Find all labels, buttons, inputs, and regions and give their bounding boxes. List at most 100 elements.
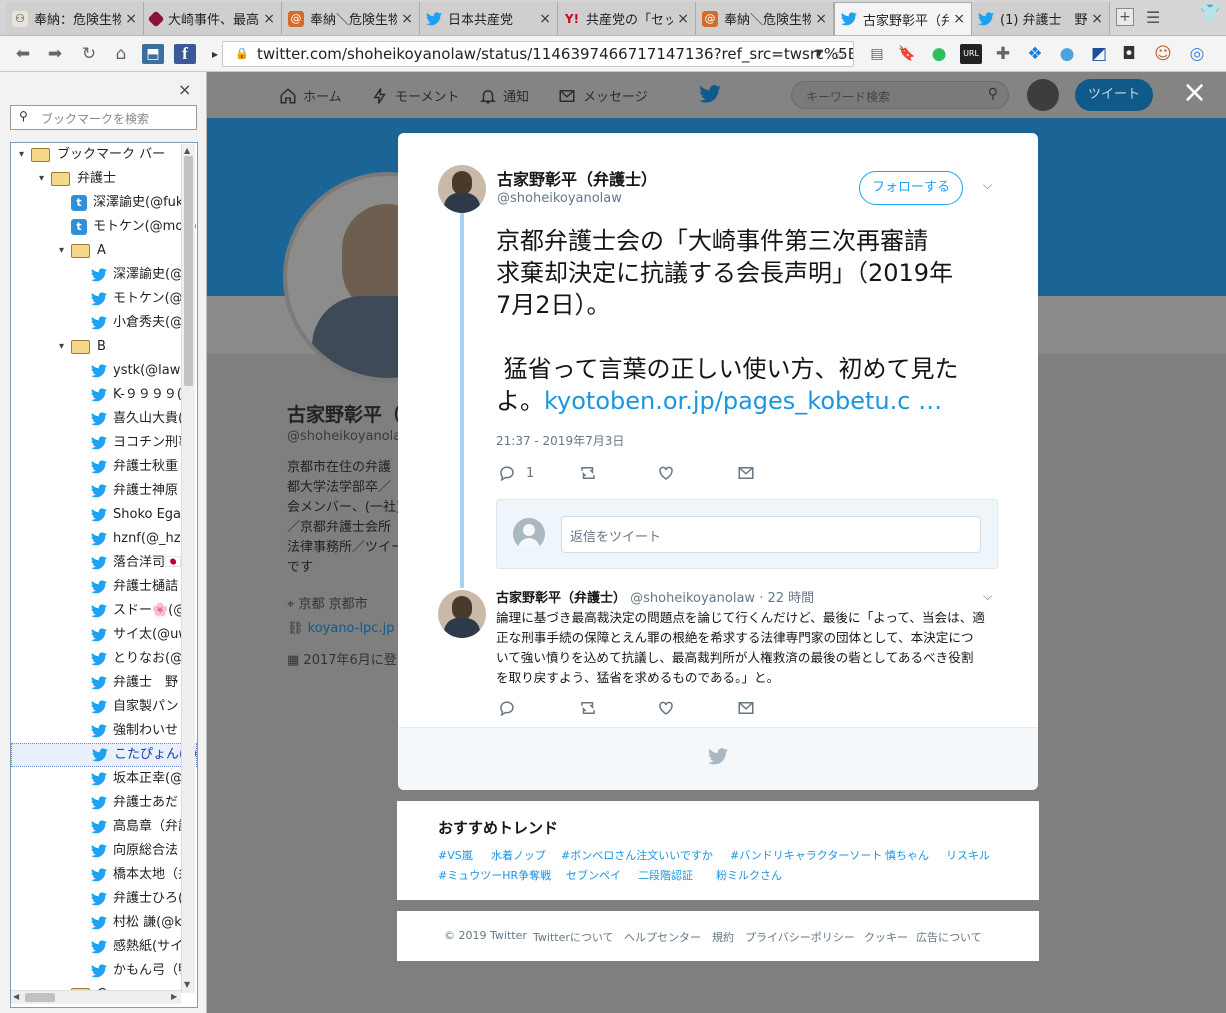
bookmark-item[interactable]: hznf(@_hzr <box>11 527 197 551</box>
bookmark-item[interactable]: 強制わいせ <box>11 719 197 743</box>
bookmark-item[interactable]: 村松 謙(@k <box>11 911 197 935</box>
browser-tab-1[interactable]: ⚇ 奉納：危険生物 × <box>6 2 144 35</box>
evernote-icon[interactable]: ● <box>928 44 950 64</box>
website-text[interactable]: koyano-lpc.jp <box>308 621 395 636</box>
direct-message-action[interactable] <box>737 464 755 482</box>
scroll-left-icon[interactable]: ◀ <box>13 992 19 1001</box>
bookmark-item[interactable]: かもん弓（鴨 <box>11 959 197 983</box>
shirt-icon[interactable]: 👕 <box>1200 3 1220 22</box>
expand-arrow-icon[interactable]: ▾ <box>39 167 51 191</box>
browser-tab-2[interactable]: 大崎事件、最高 × <box>144 2 282 35</box>
close-tab-icon[interactable]: × <box>1091 11 1103 27</box>
url-shortener-icon[interactable]: URL <box>960 44 982 64</box>
browser-tab-8[interactable]: (1) 弁護士 野 × <box>972 2 1110 35</box>
author-name[interactable]: 古家野彰平（弁護士） <box>497 166 657 190</box>
user-avatar-icon[interactable]: ☺ <box>1152 44 1174 64</box>
privacy-extension-icon[interactable]: ◘ <box>1118 44 1140 64</box>
close-tab-icon[interactable]: × <box>677 11 689 27</box>
bookmark-item[interactable]: とりなお(@n <box>11 647 197 671</box>
trend-item[interactable]: セブンペイ <box>566 867 621 883</box>
bookmark-item[interactable]: 喜久山大貴( <box>11 407 197 431</box>
dropbox-icon[interactable]: ❖ <box>1024 44 1046 64</box>
tweet-compose-button[interactable]: ツイート <box>1075 79 1153 111</box>
nav-notifications[interactable]: 通知 <box>479 86 529 105</box>
bookmark-search-input[interactable]: ⚲ ブックマークを検索 <box>10 105 197 130</box>
browser-tab-4[interactable]: 日本共産党 × <box>420 2 558 35</box>
bookmark-item[interactable]: t 深澤諭史(@fuk <box>11 191 197 215</box>
scroll-down-icon[interactable]: ▼ <box>184 980 190 989</box>
bookmark-item[interactable]: 深澤諭史(@ <box>11 263 197 287</box>
nav-messages[interactable]: メッセージ <box>557 86 648 105</box>
bookmark-item[interactable]: ヨコチン刑事 <box>11 431 197 455</box>
retweet-action[interactable] <box>578 699 598 717</box>
bookmark-item[interactable]: 弁護士 野 <box>11 671 197 695</box>
expand-arrow-icon[interactable]: ▾ <box>59 239 71 263</box>
footer-link-help[interactable]: ヘルプセンター <box>624 929 701 945</box>
user-avatar[interactable] <box>1027 79 1059 111</box>
like-action[interactable] <box>657 464 675 482</box>
new-tab-button[interactable]: + <box>1116 8 1134 26</box>
follow-button[interactable]: フォローする <box>859 171 963 205</box>
bookmark-item[interactable]: サイ太(@uw <box>11 623 197 647</box>
bookmark-item[interactable]: モトケン(@m <box>11 287 197 311</box>
bookmark-item[interactable]: K-９９９９(@ <box>11 383 197 407</box>
browser-tab-6[interactable]: @ 奉納＼危険生物 × <box>696 2 834 35</box>
twitter-logo-icon[interactable] <box>699 85 721 106</box>
chevron-down-icon[interactable]: ⌵ <box>983 178 992 193</box>
star-bookmark-icon[interactable]: ☆ <box>834 42 847 66</box>
footer-link-about[interactable]: Twitterについて <box>533 929 614 945</box>
nav-home[interactable]: ホーム <box>279 86 342 105</box>
bookmark-folder[interactable]: ▾ ブックマーク バー <box>11 143 197 167</box>
reply-author-avatar[interactable] <box>438 590 486 638</box>
reply-action[interactable]: 1 <box>498 464 534 482</box>
footer-link-cookies[interactable]: クッキー <box>864 929 908 945</box>
retweet-action[interactable] <box>578 464 598 482</box>
reload-icon[interactable]: ↻ <box>78 44 100 64</box>
trend-item[interactable]: #ミュウツーHR争奪戦 <box>438 867 551 883</box>
bookmark-item[interactable]: Shoko Egav <box>11 503 197 527</box>
sidebar-scrollbar-vertical[interactable]: ▲ ▼ <box>181 144 195 993</box>
trend-item[interactable]: 水着ノップ <box>491 847 546 863</box>
reply-action[interactable] <box>498 699 516 717</box>
reply-author-handle[interactable]: @shoheikoyanolaw <box>630 591 755 606</box>
home-icon[interactable]: ⌂ <box>110 44 132 64</box>
bookmark-item[interactable]: 弁護士樋詰 <box>11 575 197 599</box>
bookmark-toolbar-icon[interactable]: ⬒ <box>142 44 164 64</box>
reading-list-icon[interactable]: ▤ <box>866 44 888 64</box>
bookmark-folder[interactable]: ▾ A <box>11 239 197 263</box>
bookmark-item[interactable]: 橋本太地（弁 <box>11 863 197 887</box>
browser-tab-7-active[interactable]: 古家野彰平（弁 × <box>834 2 972 35</box>
reply-input[interactable]: 返信をツイート <box>561 516 981 553</box>
trend-item[interactable]: #VS嵐 <box>438 847 473 863</box>
scroll-up-icon[interactable]: ▲ <box>184 146 190 155</box>
footer-link-terms[interactable]: 規約 <box>712 929 734 945</box>
scrollbar-thumb[interactable] <box>25 993 55 1002</box>
pocket-extension-icon[interactable]: ◩ <box>1088 44 1110 64</box>
tweet-timestamp[interactable]: 21:37 - 2019年7月3日 <box>496 432 624 449</box>
bookmark-item[interactable]: 小倉秀夫(@ <box>11 311 197 335</box>
direct-message-action[interactable] <box>737 699 755 717</box>
nav-moments[interactable]: モーメント <box>371 86 459 105</box>
tweet-link[interactable]: kyotoben.or.jp/pages_kobetu.c … <box>544 387 942 415</box>
trend-item[interactable]: 慎ちゃん <box>885 847 929 863</box>
scrollbar-thumb[interactable] <box>184 156 193 386</box>
close-tab-icon[interactable]: × <box>815 11 827 27</box>
close-tab-icon[interactable]: × <box>125 11 137 27</box>
bird-extension-icon[interactable]: ● <box>1056 44 1078 64</box>
author-avatar[interactable] <box>438 165 486 213</box>
reply-author-name[interactable]: 古家野彰平（弁護士） <box>496 591 626 606</box>
facebook-icon[interactable]: f <box>174 44 196 64</box>
expand-arrow-icon[interactable]: ▾ <box>19 143 31 167</box>
bookmark-folder[interactable]: ▾ B <box>11 335 197 359</box>
bookmark-item[interactable]: 向原総合法 <box>11 839 197 863</box>
close-modal-icon[interactable]: × <box>1182 78 1207 108</box>
bookmark-item[interactable]: 自家製パン <box>11 695 197 719</box>
scroll-right-icon[interactable]: ▶ <box>171 992 177 1001</box>
bookmark-item[interactable]: 弁護士秋重 <box>11 455 197 479</box>
sidebar-scrollbar-horizontal[interactable]: ◀ ▶ <box>11 990 181 1004</box>
trend-item[interactable]: 粉ミルクさん <box>716 867 782 883</box>
globe-icon[interactable]: ◎ <box>1186 44 1208 64</box>
trend-item[interactable]: #ボンベロさん注文いいですか <box>561 847 713 863</box>
browser-tab-5[interactable]: Y! 共産党の「セッ × <box>558 2 696 35</box>
bookmark-item[interactable]: こたぴょん(@ <box>11 743 197 767</box>
